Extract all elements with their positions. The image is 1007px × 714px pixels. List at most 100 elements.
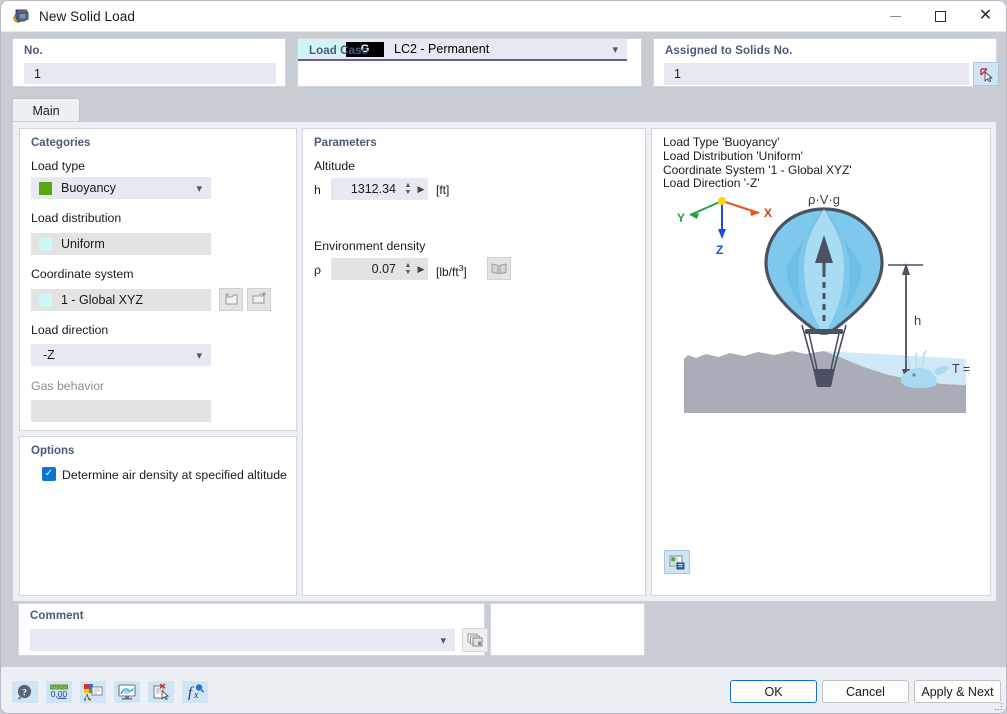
title-bar: New Solid Load ✕ (1, 1, 1006, 32)
comment-label: Comment (30, 610, 84, 622)
load-case-label: Load Case (309, 45, 369, 57)
altitude-unit: [ft] (436, 183, 450, 197)
tab-strip: Main (12, 98, 997, 122)
altitude-symbol: h (314, 183, 321, 197)
formula-icon: f x (188, 684, 205, 701)
help-icon: ? (17, 684, 32, 700)
height-label: h (914, 313, 921, 328)
dialog-window: New Solid Load ✕ No. 1 Load Case G LC2 -… (0, 0, 1007, 714)
maximize-icon (935, 10, 946, 22)
coordinate-system-field: 1 - Global XYZ (31, 289, 211, 311)
select-solids-button[interactable] (973, 62, 999, 86)
window-controls: ✕ (873, 1, 1006, 32)
load-type-combobox[interactable]: Buoyancy ▾ (31, 177, 211, 199)
ok-button[interactable]: OK (730, 680, 817, 703)
options-title: Options (31, 445, 75, 457)
help-button[interactable]: ? (12, 681, 38, 703)
altitude-group-label: Altitude (314, 159, 356, 173)
cancel-button[interactable]: Cancel (822, 680, 909, 703)
load-type-label: Load type (31, 159, 86, 173)
load-direction-value: -Z (43, 348, 55, 362)
top-fields-row: No. 1 Load Case G LC2 - Permanent ▾ Assi… (1, 32, 1006, 92)
view-mode-button[interactable] (114, 681, 140, 703)
save-image-icon (669, 555, 684, 569)
comment-card: Comment ▾ (18, 603, 488, 656)
gas-behavior-field (31, 400, 211, 422)
load-distribution-value: Uniform (61, 237, 105, 251)
unit-prefix: [lb/ft (436, 265, 459, 279)
unit-suffix: ] (463, 265, 467, 279)
determine-air-density-checkbox[interactable]: ✓ (42, 467, 56, 481)
altitude-spinner[interactable]: ▲ ▼ (402, 180, 414, 198)
number-input[interactable]: 1 (24, 63, 276, 84)
environment-density-spinner[interactable]: ▲ ▼ (402, 260, 414, 278)
main-content: Categories Load type Buoyancy ▾ Load dis… (12, 121, 1002, 602)
comment-templates-button[interactable] (462, 628, 488, 652)
parameters-title: Parameters (314, 137, 377, 149)
coordinate-system-label: Coordinate system (31, 267, 134, 281)
bottom-bar: ? 0,00 A f x OK Cancel Apply & Next (1, 666, 1006, 713)
new-coordinate-system-button[interactable] (219, 288, 243, 311)
load-case-card: Load Case G LC2 - Permanent ▾ (297, 38, 642, 87)
new-coordinate-system-icon (225, 293, 238, 305)
comment-row: Comment ▾ (12, 603, 997, 658)
load-description: Load Type 'Buoyancy' Load Distribution '… (663, 135, 852, 191)
save-image-button[interactable] (664, 550, 690, 574)
library-button[interactable] (487, 257, 511, 280)
determine-air-density-label: Determine air density at specified altit… (62, 468, 287, 482)
minimize-button[interactable] (873, 1, 918, 32)
environment-density-value: 0.07 (371, 262, 396, 276)
environment-density-more-icon[interactable]: ▶ (414, 264, 428, 275)
environment-density-input[interactable]: 0.07 ▲ ▼ ▶ (331, 258, 428, 280)
library-book-icon (491, 263, 507, 275)
parameters-panel: Parameters Altitude h 1312.34 ▲ ▼ ▶ [ft] … (302, 128, 646, 596)
load-direction-combobox[interactable]: -Z ▾ (31, 344, 211, 366)
coordinate-system-swatch (39, 293, 52, 307)
coordinate-axes-icon: X Y Z (677, 197, 772, 257)
tab-main[interactable]: Main (12, 98, 80, 122)
load-distribution-swatch (39, 237, 52, 251)
view-mode-icon (118, 684, 136, 700)
categories-panel: Categories Load type Buoyancy ▾ Load dis… (19, 128, 297, 431)
svg-text:Y: Y (677, 211, 685, 225)
load-direction-label: Load direction (31, 323, 109, 337)
formula-button[interactable]: f x (182, 681, 208, 703)
temperature-label: T = 15°C (952, 362, 974, 376)
maximize-button[interactable] (918, 1, 963, 32)
load-distribution-label: Load distribution (31, 211, 122, 225)
comment-input[interactable]: ▾ (30, 629, 455, 651)
categories-title: Categories (31, 137, 91, 149)
display-properties-button[interactable]: A (80, 681, 106, 703)
environment-density-unit: [lb/ft3] (436, 263, 467, 279)
apply-next-button[interactable]: Apply & Next (914, 680, 1001, 703)
chevron-down-icon[interactable]: ▾ (196, 182, 202, 195)
chevron-down-icon[interactable]: ▾ (612, 43, 618, 56)
units-button[interactable]: 0,00 (46, 681, 72, 703)
minimize-icon (890, 15, 901, 17)
altitude-input[interactable]: 1312.34 ▲ ▼ ▶ (331, 178, 428, 200)
edit-coordinate-system-icon (252, 292, 266, 304)
clear-input-button[interactable] (148, 681, 174, 703)
comment-templates-icon (467, 633, 483, 647)
close-button[interactable]: ✕ (963, 1, 1006, 32)
number-card: No. 1 (12, 38, 286, 87)
buoyancy-illustration: X Y Z ρ·V·g h T = (674, 191, 1002, 431)
chevron-down-icon[interactable]: ▾ (440, 634, 446, 647)
svg-text:x: x (193, 690, 199, 701)
units-decimal-places-icon: 0,00 (50, 684, 68, 699)
svg-text:?: ? (22, 688, 27, 698)
formula-label: ρ·V·g (808, 192, 840, 207)
select-solids-icon (979, 67, 992, 82)
assigned-solids-card: Assigned to Solids No. 1 (653, 38, 999, 87)
edit-coordinate-system-button[interactable] (247, 288, 271, 311)
resize-grip-icon[interactable] (993, 701, 1003, 711)
coordinate-system-value: 1 - Global XYZ (61, 293, 143, 307)
window-title: New Solid Load (39, 8, 135, 24)
assigned-solids-input[interactable]: 1 (664, 63, 969, 85)
load-type-swatch (39, 181, 52, 195)
svg-text:Z: Z (716, 243, 723, 257)
options-panel: Options ✓ Determine air density at speci… (19, 436, 297, 596)
altitude-more-icon[interactable]: ▶ (414, 184, 428, 195)
graphic-panel: Load Type 'Buoyancy' Load Distribution '… (651, 128, 1002, 596)
chevron-down-icon[interactable]: ▾ (196, 349, 202, 362)
